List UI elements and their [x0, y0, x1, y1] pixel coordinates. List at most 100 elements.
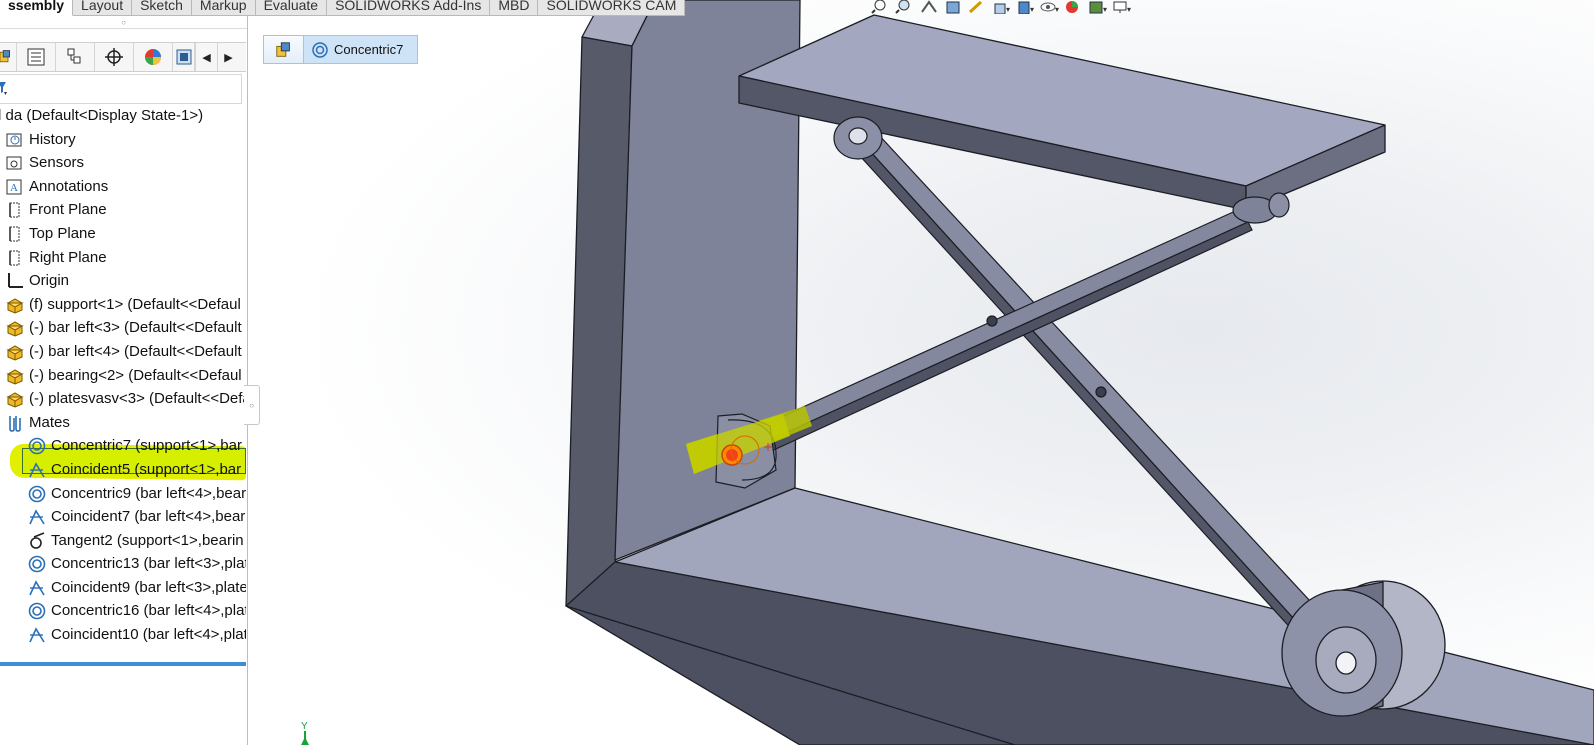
tree-item-label: Concentric7 (support<1>,bar — [51, 437, 242, 455]
tree-item-label: Concentric13 (bar left<3>,plat — [51, 555, 246, 573]
tree-item-label: Front Plane — [29, 201, 107, 219]
tree-item[interactable]: Sensors — [0, 151, 246, 175]
tree-item-label: Tangent2 (support<1>,bearin — [51, 531, 244, 549]
svg-text:▾: ▾ — [1103, 5, 1107, 14]
tree-item[interactable]: History — [0, 128, 246, 152]
display-style-icon[interactable]: ▾ — [1015, 0, 1035, 15]
tree-root-label: l da (Default<Display State-1>) — [0, 107, 204, 124]
plate-part[interactable] — [738, 14, 1386, 211]
bar-left-3-part[interactable] — [747, 192, 1290, 461]
tree-item-label: Coincident7 (bar left<4>,bear — [51, 508, 246, 526]
configuration-icon — [67, 48, 81, 64]
tree-item[interactable]: Right Plane — [0, 246, 246, 270]
part-icon — [6, 367, 24, 385]
tree-item-mate[interactable]: Concentric13 (bar left<3>,plat — [0, 552, 246, 576]
previous-view-icon[interactable] — [919, 0, 939, 14]
dynamic-annotation-icon[interactable] — [967, 0, 987, 14]
origin-icon — [6, 272, 24, 290]
sensors-icon — [6, 154, 24, 172]
assembly-model-view[interactable]: Y — [249, 0, 1594, 745]
part-icon — [6, 296, 24, 314]
tree-item-label: (f) support<1> (Default<<Defaul — [29, 295, 241, 313]
plane-icon — [6, 249, 24, 267]
apply-scene-icon[interactable]: ▾ — [1087, 0, 1107, 14]
tree-item-mate[interactable]: Coincident7 (bar left<4>,bear — [0, 505, 246, 529]
ribbon-tab[interactable]: SOLIDWORKS Add-Ins — [327, 0, 491, 16]
svg-text:▾: ▾ — [1055, 5, 1059, 14]
tree-item[interactable]: Front Plane — [0, 198, 246, 222]
concentric-icon — [28, 602, 46, 620]
tree-item-mate[interactable]: Tangent2 (support<1>,bearin — [0, 529, 246, 553]
crosshair-icon — [105, 48, 123, 66]
graphics-area[interactable]: Y ▾ ▾ ▾ ▾ ▾ Concentric7 — [249, 0, 1594, 745]
tree-root-assembly[interactable]: l da (Default<Display State-1>) — [0, 104, 246, 128]
ribbon-tab[interactable]: MBD — [490, 0, 539, 16]
tab-scroll-right-button[interactable]: ▶ — [217, 43, 239, 71]
ribbon-tab[interactable]: SOLIDWORKS CAM — [538, 0, 686, 16]
edit-appearance-icon[interactable] — [1063, 0, 1083, 14]
dimxpertmanager-tab[interactable] — [95, 43, 134, 71]
featuremanager-tab[interactable] — [0, 43, 17, 71]
tree-item[interactable]: (-) platesvasv<3> (Default<<Defa — [0, 387, 246, 411]
tree-item[interactable]: Top Plane — [0, 222, 246, 246]
selection-breadcrumb[interactable]: Concentric7 — [263, 35, 418, 64]
tree-item-label: Right Plane — [29, 248, 107, 266]
property-list-icon — [27, 48, 45, 66]
section-view-icon[interactable] — [943, 0, 963, 14]
tree-filter-bar[interactable]: ▾ — [0, 74, 242, 104]
tree-item-mate[interactable]: Coincident10 (bar left<4>,plat — [0, 623, 246, 647]
tree-item[interactable]: A Annotations — [0, 175, 246, 199]
tree-item-label: History — [29, 130, 76, 148]
tree-item-label: Sensors — [29, 154, 85, 172]
tree-item[interactable]: (-) bearing<2> (Default<<Defaul — [0, 364, 246, 388]
cam-tab[interactable] — [173, 43, 195, 71]
part-icon — [6, 343, 24, 361]
tree-item[interactable]: Origin — [0, 269, 246, 293]
command-manager-tabs: ssembly Layout Sketch Markup Evaluate SOLIDWO… — [0, 0, 686, 16]
part-icon — [6, 390, 24, 408]
view-orientation-icon[interactable]: ▾ — [991, 0, 1011, 15]
tree-item-label: (-) bar left<4> (Default<<Default — [29, 342, 242, 360]
ribbon-tab[interactable]: Evaluate — [255, 0, 328, 16]
coincident-icon — [28, 508, 46, 526]
tree-item-mate[interactable]: Concentric9 (bar left<4>,bear — [0, 482, 246, 506]
tree-rollback-bar[interactable] — [0, 662, 246, 666]
svg-text:▾: ▾ — [1127, 5, 1131, 14]
tangent-icon — [28, 531, 46, 550]
tree-item-mate[interactable]: Concentric16 (bar left<4>,plat — [0, 599, 246, 623]
part-icon — [6, 319, 24, 337]
filter-funnel-icon: ▾ — [0, 82, 7, 95]
tab-scroll-left-button[interactable]: ◀ — [195, 43, 217, 71]
coincident-icon — [28, 626, 46, 644]
tree-item-label: Origin — [29, 272, 70, 290]
panel-collapse-handle[interactable]: ○ — [244, 385, 260, 425]
zoom-to-fit-icon[interactable] — [871, 0, 891, 14]
tree-item[interactable]: (-) bar left<4> (Default<<Default — [0, 340, 246, 364]
tree-item-mate[interactable]: Coincident9 (bar left<3>,plate — [0, 576, 246, 600]
breadcrumb-mate[interactable]: Concentric7 — [304, 36, 417, 63]
feature-manager-panel: ○ ◀ ▶ ▾ l da (Default<Display State-1>) H… — [0, 16, 248, 745]
tree-item-mate[interactable]: Concentric7 (support<1>,bar — [0, 434, 246, 458]
tree-item[interactable]: (f) support<1> (Default<<Defaul — [0, 293, 246, 317]
tree-item-mate[interactable]: Coincident5 (support<1>,bar — [0, 458, 246, 482]
configurationmanager-tab[interactable] — [56, 43, 95, 71]
ribbon-tab[interactable]: Sketch — [132, 0, 192, 16]
tree-item-label: Annotations — [29, 177, 109, 195]
tree-item[interactable]: Mates — [0, 411, 246, 435]
concentric-icon — [28, 555, 46, 573]
panel-splitter-grip[interactable]: ○ — [0, 16, 247, 29]
ribbon-tab[interactable]: Layout — [73, 0, 133, 16]
ribbon-tab[interactable]: ssembly — [0, 0, 74, 16]
history-icon — [6, 131, 24, 149]
heads-up-view-toolbar: ▾ ▾ ▾ ▾ ▾ — [871, 0, 1131, 15]
view-triad: Y — [301, 721, 309, 745]
tree-item[interactable]: (-) bar left<3> (Default<<Default — [0, 316, 246, 340]
breadcrumb-assembly[interactable] — [264, 36, 304, 63]
hide-show-items-icon[interactable]: ▾ — [1039, 0, 1059, 14]
ribbon-tab[interactable]: Markup — [191, 0, 256, 16]
zoom-to-area-icon[interactable] — [895, 0, 915, 14]
view-settings-icon[interactable]: ▾ — [1111, 0, 1131, 14]
propertymanager-tab[interactable] — [17, 43, 56, 71]
displaymanager-tab[interactable] — [134, 43, 173, 71]
tree-item-label: (-) bearing<2> (Default<<Defaul — [29, 366, 242, 384]
